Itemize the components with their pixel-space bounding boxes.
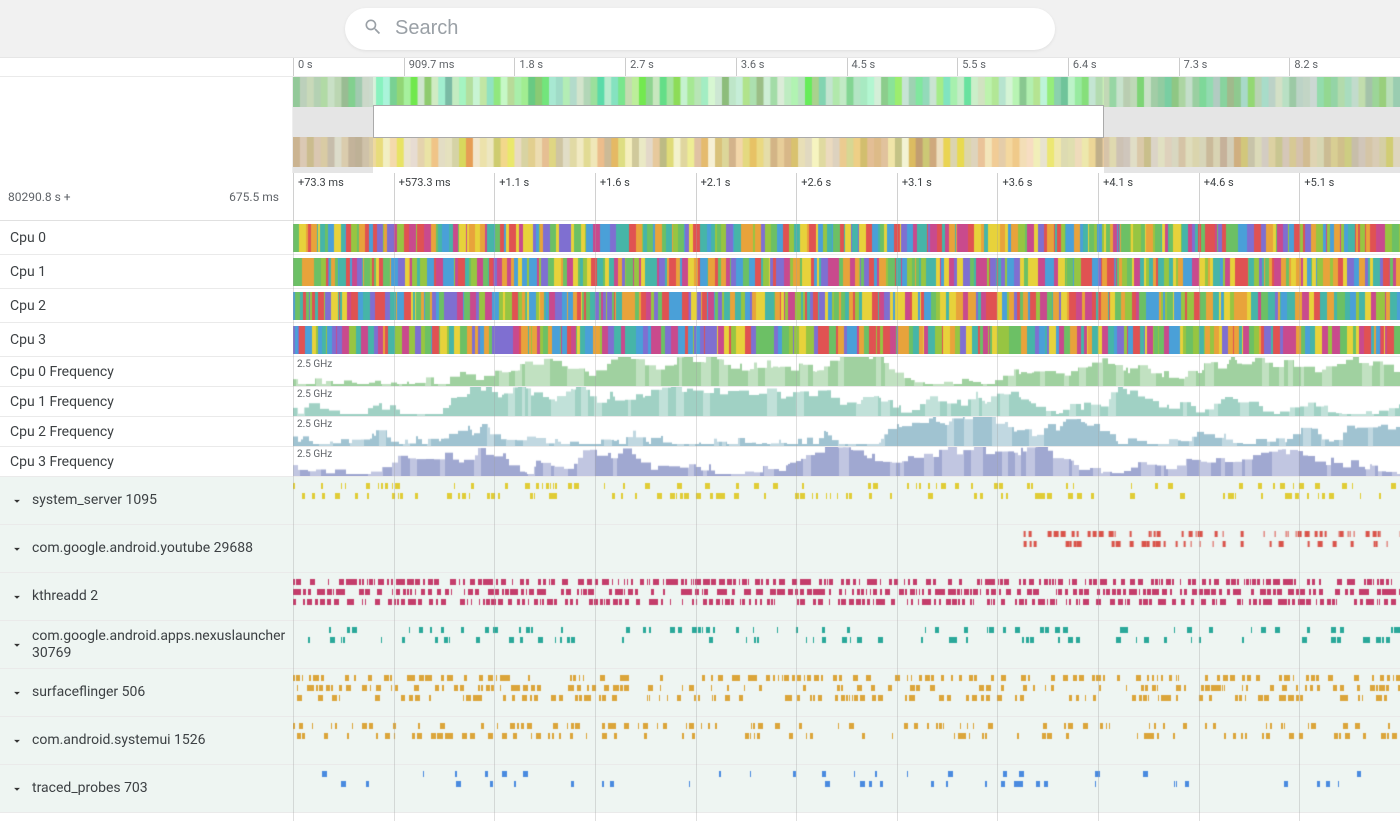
freq-max-label: 2.5 GHz: [297, 389, 332, 400]
cpu-track[interactable]: Cpu 3: [0, 323, 1400, 357]
ruler-tick: +3.1 s: [897, 173, 998, 220]
process-track[interactable]: system_server 1095: [0, 477, 1400, 525]
track-label: surfaceflinger 506: [32, 684, 145, 700]
process-track[interactable]: com.android.systemui 1526: [0, 717, 1400, 765]
freq-max-label: 2.5 GHz: [297, 359, 332, 370]
ruler-tick: 1.8 s: [514, 58, 625, 76]
track-label: Cpu 1 Frequency: [10, 394, 114, 410]
track-label: Cpu 2 Frequency: [10, 424, 114, 440]
overview-mask-left: [293, 77, 373, 173]
ruler-tick: +4.1 s: [1098, 173, 1199, 220]
chevron-down-icon[interactable]: [10, 542, 24, 556]
ruler-tick: 6.4 s: [1068, 58, 1179, 76]
track-label: com.google.android.apps.nexuslauncher 30…: [32, 628, 285, 660]
overview-mask-right: [1104, 77, 1400, 173]
ruler-tick: +1.6 s: [595, 173, 696, 220]
cpu-freq-track[interactable]: Cpu 3 Frequency 2.5 GHz: [0, 447, 1400, 477]
process-track[interactable]: traced_probes 703: [0, 765, 1400, 813]
track-label: Cpu 0 Frequency: [10, 364, 114, 380]
ruler-tick: +573.3 ms: [394, 173, 495, 220]
track-label: com.google.android.youtube 29688: [32, 540, 253, 556]
chevron-down-icon[interactable]: [10, 638, 24, 652]
ruler-tick: +2.1 s: [696, 173, 797, 220]
track-label: Cpu 0: [10, 230, 46, 246]
ruler-tick: +2.6 s: [796, 173, 897, 220]
ruler-tick: 5.5 s: [957, 58, 1068, 76]
overview-minimap[interactable]: [0, 77, 1400, 173]
overview-viewport-box[interactable]: [373, 105, 1105, 138]
track-label: Cpu 3: [10, 332, 46, 348]
process-track[interactable]: kthreadd 2: [0, 573, 1400, 621]
ruler-tick: 7.3 s: [1179, 58, 1290, 76]
cpu-track[interactable]: Cpu 1: [0, 255, 1400, 289]
freq-max-label: 2.5 GHz: [297, 449, 332, 460]
ruler-tick: 3.6 s: [736, 58, 847, 76]
track-label: Cpu 3 Frequency: [10, 454, 114, 470]
cpu-freq-track[interactable]: Cpu 2 Frequency 2.5 GHz: [0, 417, 1400, 447]
process-track[interactable]: com.google.android.apps.nexuslauncher 30…: [0, 621, 1400, 669]
ruler-tick: 909.7 ms: [404, 58, 515, 76]
ruler-tick: +4.6 s: [1199, 173, 1300, 220]
track-label: Cpu 1: [10, 264, 46, 280]
ruler-tick: 4.5 s: [847, 58, 958, 76]
ruler-tick: 2.7 s: [625, 58, 736, 76]
ruler-absolute: 0 s909.7 ms1.8 s2.7 s3.6 s4.5 s5.5 s6.4 …: [0, 58, 1400, 77]
track-label: system_server 1095: [32, 492, 157, 508]
search-input[interactable]: [395, 17, 1037, 40]
cpu-track[interactable]: Cpu 0: [0, 221, 1400, 255]
chevron-down-icon[interactable]: [10, 686, 24, 700]
cpu-freq-track[interactable]: Cpu 0 Frequency 2.5 GHz: [0, 357, 1400, 387]
track-label: com.android.systemui 1526: [32, 732, 206, 748]
search-icon: [363, 17, 395, 41]
process-track[interactable]: surfaceflinger 506: [0, 669, 1400, 717]
process-track[interactable]: com.google.android.youtube 29688: [0, 525, 1400, 573]
track-label: traced_probes 703: [32, 780, 148, 796]
ruler-tick: 0 s: [293, 58, 404, 76]
topbar: [0, 0, 1400, 58]
ruler-tick: +1.1 s: [494, 173, 595, 220]
ruler-tick: +3.6 s: [997, 173, 1098, 220]
search-box[interactable]: [345, 8, 1055, 50]
cpu-track[interactable]: Cpu 2: [0, 289, 1400, 323]
ruler-relative: 80290.8 s + 675.5 ms +73.3 ms+573.3 ms+1…: [0, 173, 1400, 221]
chevron-down-icon[interactable]: [10, 782, 24, 796]
freq-max-label: 2.5 GHz: [297, 419, 332, 430]
timeline-panel: 0 s909.7 ms1.8 s2.7 s3.6 s4.5 s5.5 s6.4 …: [0, 58, 1400, 813]
time-offset: 675.5 ms: [229, 190, 285, 204]
track-label: kthreadd 2: [32, 588, 98, 604]
ruler-tick: +5.1 s: [1299, 173, 1400, 220]
chevron-down-icon[interactable]: [10, 494, 24, 508]
ruler-tick: +73.3 ms: [293, 173, 394, 220]
cpu-freq-track[interactable]: Cpu 1 Frequency 2.5 GHz: [0, 387, 1400, 417]
chevron-down-icon[interactable]: [10, 590, 24, 604]
time-base: 80290.8 s +: [8, 190, 229, 204]
track-label: Cpu 2: [10, 298, 46, 314]
ruler-tick: 8.2 s: [1289, 58, 1400, 76]
chevron-down-icon[interactable]: [10, 734, 24, 748]
